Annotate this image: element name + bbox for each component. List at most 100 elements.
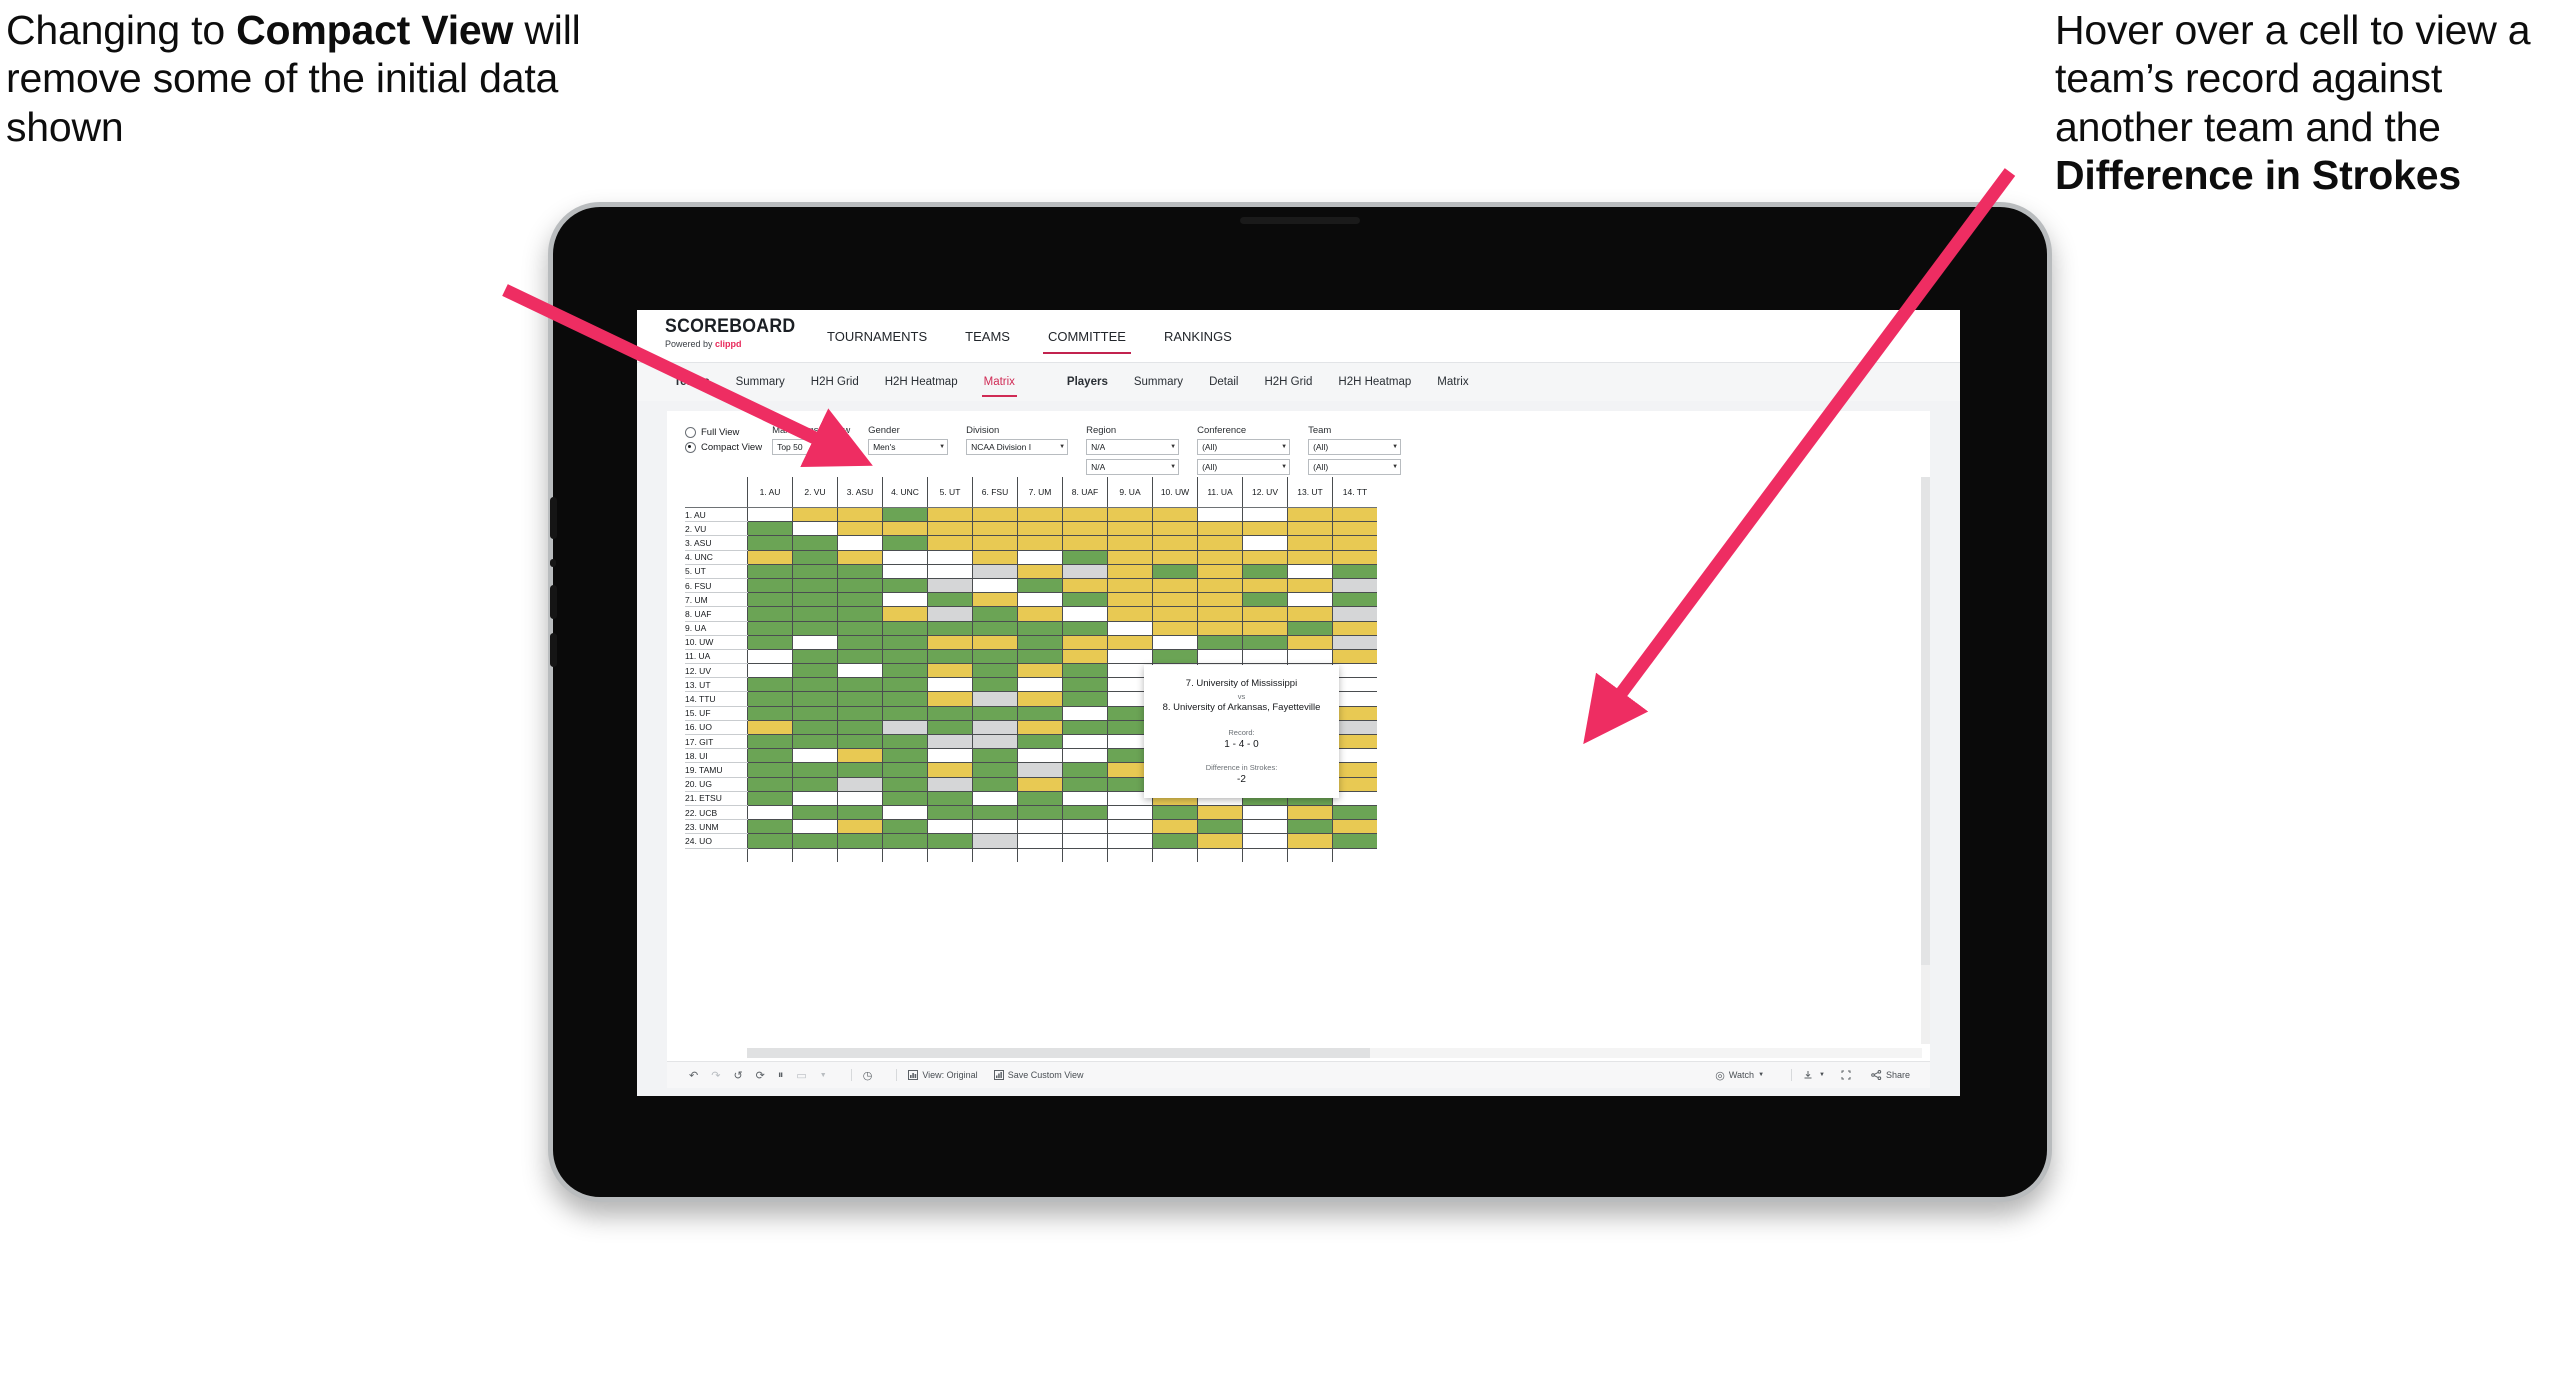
matrix-column-header[interactable]: 9. UA [1107,477,1153,508]
matrix-cell[interactable] [927,507,973,523]
matrix-cell[interactable] [1017,564,1063,579]
matrix-cell[interactable] [792,691,838,707]
matrix-cell[interactable] [972,805,1018,821]
matrix-cell[interactable] [1017,762,1063,778]
matrix-cell[interactable] [837,606,883,622]
matrix-cell[interactable] [882,720,928,736]
matrix-cell[interactable] [1017,606,1063,622]
matrix-row-header[interactable]: 24. UO [685,833,748,849]
matrix-cell[interactable] [837,706,883,721]
matrix-row-header[interactable]: 9. UA [685,621,748,636]
matrix-row-header[interactable]: 11. UA [685,649,748,665]
matrix-column-header[interactable]: 13. UT [1287,477,1333,508]
matrix-cell[interactable] [972,649,1018,665]
matrix-cell[interactable] [747,550,793,565]
matrix-cell[interactable] [1332,833,1377,849]
matrix-cell[interactable] [972,564,1018,579]
matrix-cell[interactable] [1287,833,1333,849]
matrix-cell[interactable] [747,507,793,523]
matrix-cell[interactable] [882,521,928,537]
matrix-cell[interactable] [972,762,1018,778]
matrix-row-header[interactable]: 2. VU [685,521,748,537]
matrix-cell[interactable] [1107,535,1153,551]
download-button[interactable]: ▼ [1803,1070,1825,1080]
matrix-cell[interactable] [1062,734,1108,750]
matrix-cell[interactable] [1152,550,1198,565]
matrix-cell[interactable] [927,720,973,736]
matrix-cell[interactable] [792,819,838,835]
matrix-cell[interactable] [1062,521,1108,537]
matrix-cell[interactable] [1062,691,1108,707]
matrix-vertical-scroll-thumb[interactable] [1921,477,1930,965]
matrix-cell[interactable] [927,762,973,778]
matrix-cell[interactable] [1197,564,1243,579]
matrix-cell[interactable] [1107,805,1153,821]
matrix-cell[interactable] [1332,535,1377,551]
matrix-cell[interactable] [1332,521,1377,537]
filter-division-select[interactable]: NCAA Division I ▼ [966,439,1069,455]
matrix-cell[interactable] [1197,805,1243,821]
matrix-cell[interactable] [972,535,1018,551]
matrix-cell[interactable] [927,649,973,665]
matrix-row-header[interactable]: 13. UT [685,677,748,693]
subnav-item-matrix[interactable]: Matrix [1424,370,1481,394]
matrix-cell[interactable] [1332,805,1377,821]
matrix-cell[interactable] [837,635,883,650]
matrix-cell[interactable] [882,592,928,608]
matrix-cell[interactable] [1107,578,1153,594]
matrix-cell[interactable] [837,507,883,523]
matrix-cell[interactable] [882,649,928,665]
matrix-cell[interactable] [1332,748,1377,764]
matrix-cell[interactable] [1242,621,1288,636]
matrix-cell[interactable] [1062,564,1108,579]
matrix-cell[interactable] [1197,535,1243,551]
matrix-cell[interactable] [927,564,973,579]
matrix-cell[interactable] [1287,805,1333,821]
matrix-cell[interactable] [1107,621,1153,636]
matrix-cell[interactable] [1062,635,1108,650]
matrix-cell[interactable] [927,677,973,693]
matrix-cell[interactable] [972,578,1018,594]
matrix-cell[interactable] [1287,535,1333,551]
matrix-cell[interactable] [837,833,883,849]
filter-region-select-2[interactable]: N/A ▼ [1086,459,1180,475]
matrix-column-header[interactable]: 4. UNC [882,477,928,508]
matrix-cell[interactable] [837,578,883,594]
matrix-cell[interactable] [1287,592,1333,608]
matrix-cell[interactable] [1332,706,1377,721]
matrix-cell[interactable] [1062,720,1108,736]
matrix-cell[interactable] [972,819,1018,835]
matrix-cell[interactable] [1062,592,1108,608]
matrix-row-header[interactable]: 3. ASU [685,535,748,551]
matrix-column-header[interactable]: 14. TT [1332,477,1377,508]
topnav-item-committee[interactable]: COMMITTEE [1029,312,1145,360]
save-custom-view-button[interactable]: Save Custom View [993,1070,1084,1080]
matrix-cell[interactable] [1017,535,1063,551]
matrix-column-header[interactable]: 7. UM [1017,477,1063,508]
matrix-cell[interactable] [882,791,928,806]
subnav-item-h2h-grid[interactable]: H2H Grid [1251,370,1325,394]
matrix-cell[interactable] [972,606,1018,622]
matrix-cell[interactable] [1197,521,1243,537]
matrix-cell[interactable] [1242,805,1288,821]
matrix-cell[interactable] [972,507,1018,523]
matrix-column-header[interactable]: 2. VU [792,477,838,508]
matrix-cell[interactable] [1062,649,1108,665]
matrix-cell[interactable] [837,734,883,750]
matrix-column-header[interactable]: 10. UW [1152,477,1198,508]
radio-compact-view[interactable]: Compact View [685,442,762,453]
matrix-cell[interactable] [747,805,793,821]
matrix-cell[interactable] [1332,635,1377,650]
matrix-cell[interactable] [792,578,838,594]
matrix-cell[interactable] [837,550,883,565]
matrix-cell[interactable] [1152,564,1198,579]
filter-team-select-1[interactable]: (All) ▼ [1308,439,1402,455]
matrix-cell[interactable] [1017,748,1063,764]
matrix-cell[interactable] [1107,550,1153,565]
matrix-cell[interactable] [1062,706,1108,721]
matrix-cell[interactable] [1287,507,1333,523]
matrix-row-header[interactable]: 1. AU [685,507,748,523]
matrix-cell[interactable] [882,621,928,636]
matrix-cell[interactable] [837,521,883,537]
matrix-cell[interactable] [972,777,1018,792]
